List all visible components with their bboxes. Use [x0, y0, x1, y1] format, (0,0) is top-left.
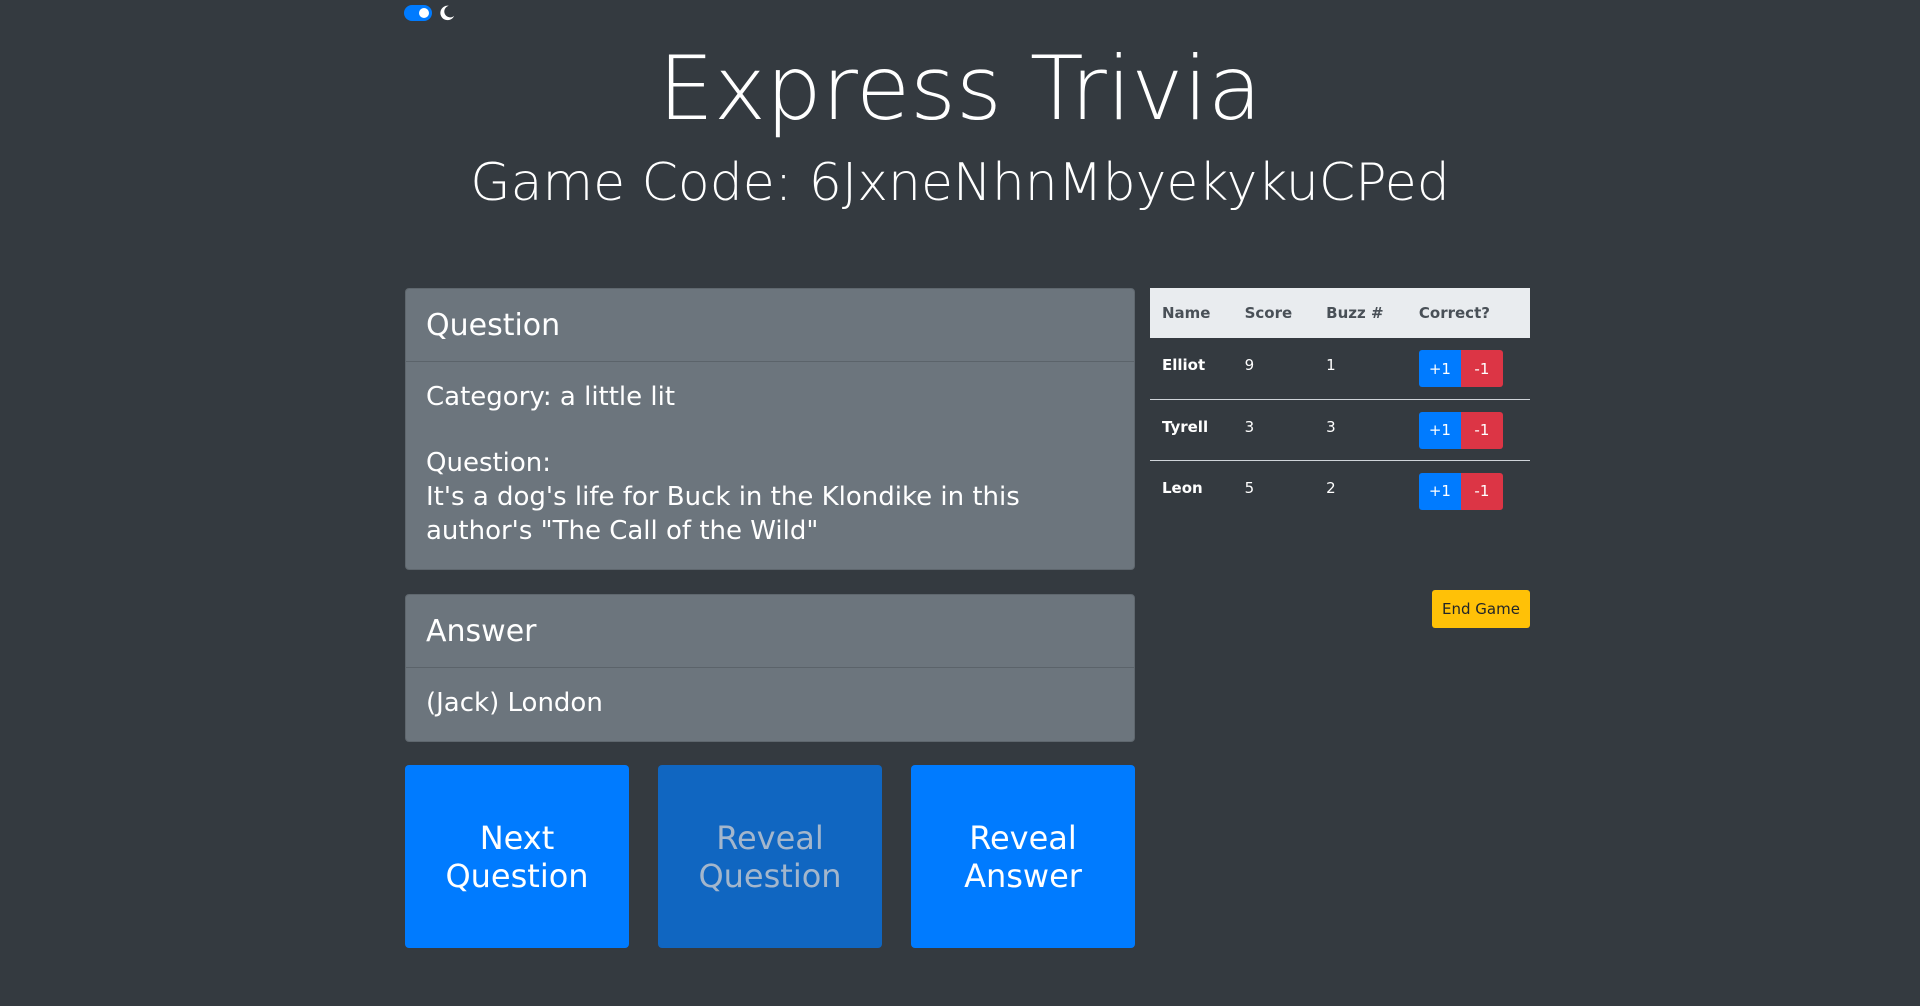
player-score: 5 — [1232, 459, 1315, 521]
question-label: Question: — [426, 448, 552, 478]
scoreboard-table: Name Score Buzz # Correct? Elliot 9 1 +1… — [1150, 288, 1530, 521]
score-button-group: +1 -1 — [1418, 411, 1503, 449]
column-header-correct: Correct? — [1406, 288, 1530, 338]
minus-one-button[interactable]: -1 — [1460, 350, 1503, 387]
scoreboard-header-row: Name Score Buzz # Correct? — [1150, 288, 1530, 338]
column-header-buzz: Buzz # — [1314, 288, 1407, 338]
question-card-header: Question — [406, 289, 1134, 362]
page: Express Trivia Game Code: 6JxneNhnMbyeky… — [0, 0, 1920, 1006]
question-card-body: Category: a little lit Question: It's a … — [406, 362, 1134, 566]
page-title: Express Trivia — [658, 37, 1262, 140]
game-code: Game Code: 6JxneNhnMbyekykuCPed — [470, 153, 1450, 213]
correct-controls: +1 -1 — [1406, 459, 1530, 521]
dark-mode-switch[interactable] — [404, 5, 432, 21]
correct-controls: +1 -1 — [1406, 398, 1530, 460]
column-header-score: Score — [1232, 288, 1315, 338]
column-header-name: Name — [1150, 288, 1233, 338]
plus-one-button[interactable]: +1 — [1418, 472, 1461, 510]
plus-one-button[interactable]: +1 — [1418, 350, 1461, 387]
player-name: Leon — [1150, 459, 1233, 521]
minus-one-button[interactable]: -1 — [1460, 472, 1503, 510]
player-score: 3 — [1232, 398, 1315, 460]
correct-controls: +1 -1 — [1407, 338, 1530, 399]
score-button-group: +1 -1 — [1418, 350, 1503, 387]
answer-card-body: (Jack) London — [406, 668, 1134, 738]
table-row: Tyrell 3 3 +1 -1 — [1150, 398, 1530, 460]
next-question-button[interactable]: Next Question — [405, 765, 629, 948]
score-button-group: +1 -1 — [1418, 472, 1503, 510]
theme-toggle[interactable] — [404, 4, 456, 22]
answer-card-header: Answer — [406, 595, 1134, 668]
question-category: Category: a little lit — [426, 382, 676, 412]
player-buzz: 3 — [1314, 398, 1407, 460]
answer-card: Answer (Jack) London — [405, 594, 1135, 742]
question-text: It's a dog's life for Buck in the Klondi… — [426, 482, 1020, 546]
player-buzz: 2 — [1314, 459, 1407, 521]
player-name: Tyrell — [1150, 398, 1233, 460]
plus-one-button[interactable]: +1 — [1418, 411, 1461, 449]
moon-icon — [440, 5, 455, 21]
reveal-question-button[interactable]: Reveal Question — [658, 765, 882, 948]
table-row: Elliot 9 1 +1 -1 — [1150, 338, 1530, 399]
player-buzz: 1 — [1326, 356, 1336, 374]
minus-one-button[interactable]: -1 — [1460, 411, 1503, 449]
table-row: Leon 5 2 +1 -1 — [1150, 459, 1530, 521]
answer-text: (Jack) London — [426, 688, 603, 718]
player-name: Elliot — [1162, 356, 1206, 374]
end-game-button[interactable]: End Game — [1432, 590, 1530, 628]
switch-knob — [419, 8, 429, 18]
reveal-answer-button[interactable]: Reveal Answer — [911, 765, 1135, 948]
player-score: 9 — [1244, 356, 1255, 374]
question-card: Question Category: a little lit Question… — [405, 288, 1135, 570]
